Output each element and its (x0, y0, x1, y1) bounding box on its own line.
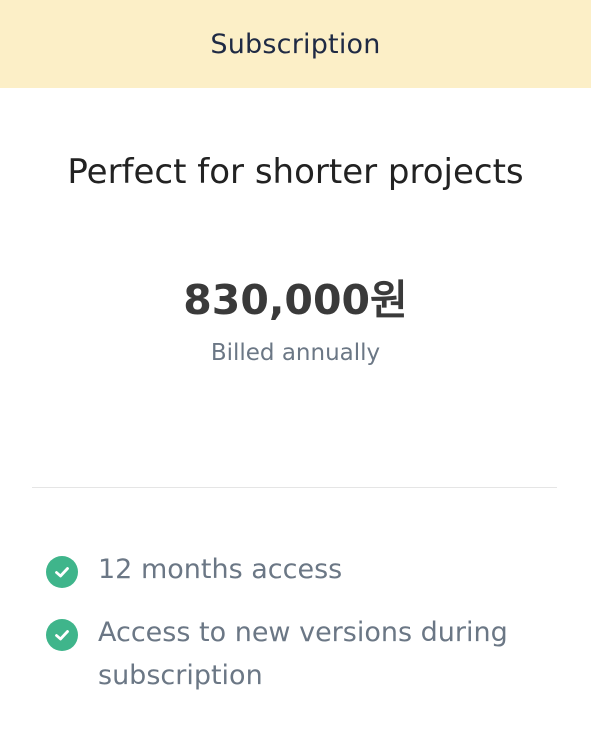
plan-header: Subscription (0, 0, 591, 88)
feature-list: 12 months access Access to new versions … (46, 548, 546, 717)
pricing-card: Subscription Perfect for shorter project… (0, 0, 591, 729)
feature-item: 12 months access (46, 548, 546, 591)
feature-label: Access to new versions during subscripti… (98, 617, 508, 691)
check-circle-icon (46, 619, 78, 651)
plan-price: 830,000원 (183, 276, 408, 324)
plan-title: Subscription (210, 28, 381, 60)
check-circle-icon (46, 556, 78, 588)
feature-label: 12 months access (98, 554, 343, 585)
feature-item: Access to new versions during subscripti… (46, 611, 546, 697)
plan-tagline: Perfect for shorter projects (67, 152, 524, 192)
divider (32, 487, 557, 488)
billing-period: Billed annually (210, 340, 381, 366)
